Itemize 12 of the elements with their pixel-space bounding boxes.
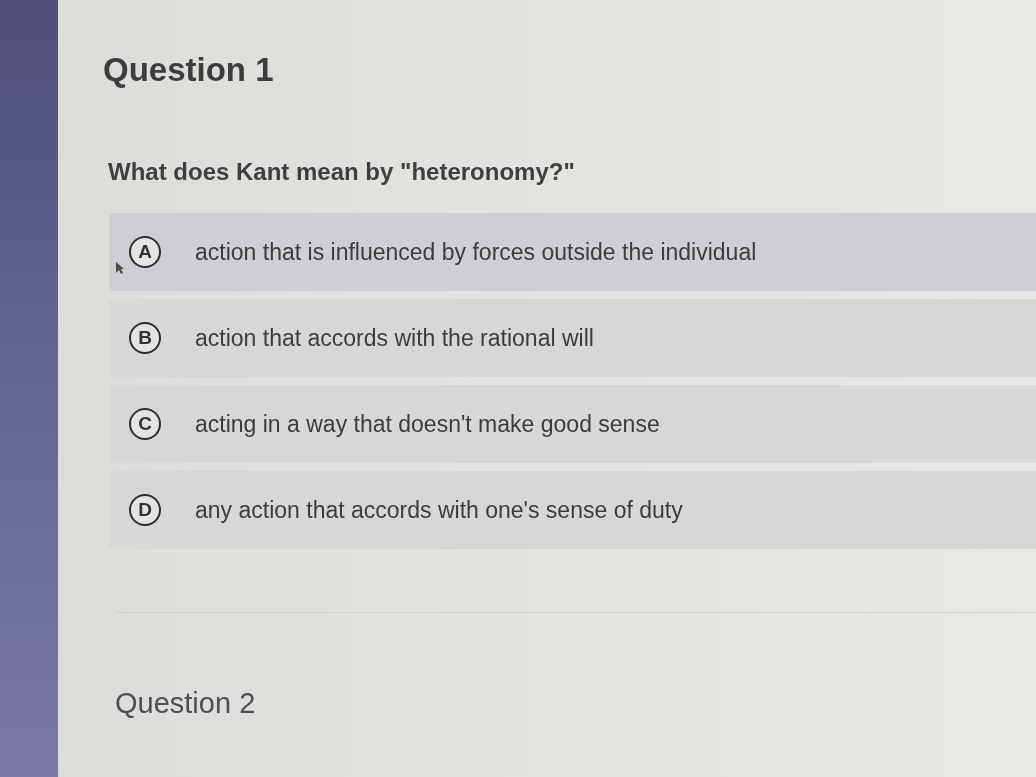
question-title: Question 2 [115,686,257,721]
choice-letter[interactable]: D [129,494,161,526]
mouse-pointer-icon [116,262,124,274]
answer-option[interactable]: B action that accords with the rational will [109,299,1036,377]
answer-option[interactable]: D any action that accords with one's sense of duty [109,471,1036,549]
answer-option[interactable]: C acting in a way that doesn't make good sense [109,385,1036,463]
choice-letter[interactable]: C [129,408,161,440]
choice-letter[interactable]: A [129,236,161,268]
question-title: Question 1 [103,50,275,90]
answer-option[interactable]: A action that is influenced by forces outside the individual [109,213,1036,291]
question-prompt: What does Kant mean by "heteronomy?" [108,157,576,187]
choice-letter[interactable]: B [129,322,161,354]
